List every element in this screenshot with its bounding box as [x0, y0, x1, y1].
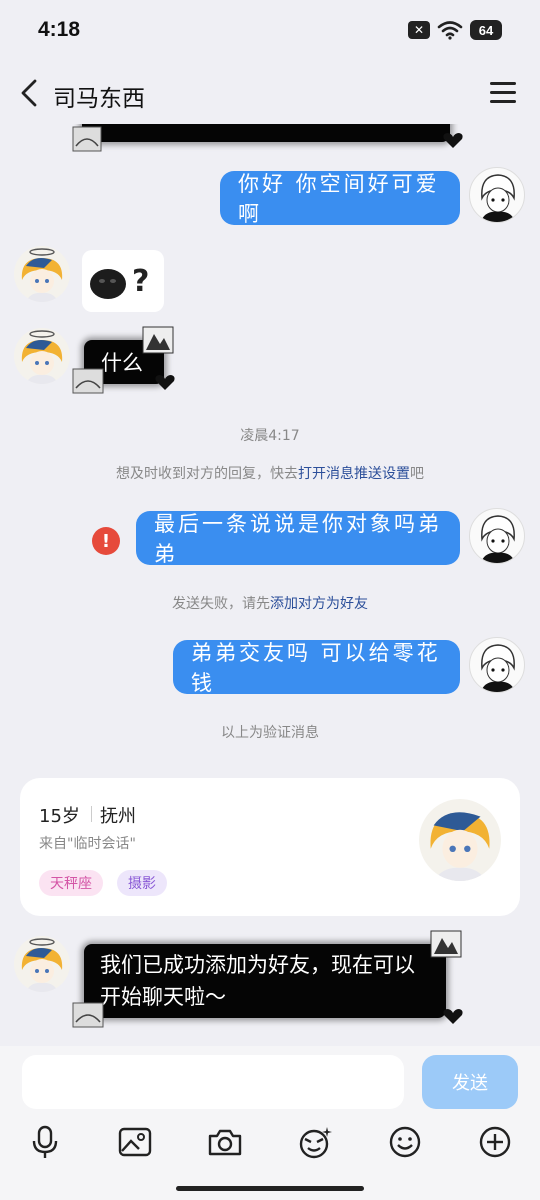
tag-zodiac: 天秤座: [39, 870, 103, 896]
sticker-decoration-icon: [72, 126, 102, 152]
home-indicator[interactable]: [176, 1186, 364, 1191]
photo-button[interactable]: [115, 1122, 155, 1162]
add-friend-link[interactable]: 添加对方为好友: [270, 596, 368, 612]
sticker-decoration-icon: [430, 930, 462, 958]
message-input[interactable]: [22, 1055, 404, 1109]
battery-level: 64: [470, 20, 502, 40]
anime-boy-avatar-icon: [480, 174, 516, 222]
sticker-decoration-icon: [142, 326, 174, 354]
message-bubble-sent[interactable]: 弟弟交友吗 可以给零花钱: [173, 640, 460, 695]
image-icon: [118, 1127, 152, 1157]
message-text: 我们已成功添加为好友，现在可以开始聊天啦～: [100, 953, 415, 1009]
heart-decoration-icon: [155, 375, 175, 390]
message-bubble-sent[interactable]: 最后一条说说是你对象吗弟弟: [136, 511, 460, 566]
divider: [91, 806, 92, 822]
anime-girl-avatar-icon: [21, 938, 63, 992]
camera-icon: [208, 1129, 242, 1156]
message-bubble-sent[interactable]: 你好 你空间好可爱啊: [220, 171, 460, 226]
microphone-icon: [32, 1125, 58, 1158]
send-failed-icon[interactable]: !: [92, 527, 120, 555]
sticker-icon: [299, 1127, 332, 1159]
status-icons: ✕ 64: [408, 20, 502, 40]
fail-prefix: 发送失败，请先: [172, 596, 270, 612]
menu-icon: [490, 82, 516, 85]
message-bubble-received[interactable]: 我们已成功添加为好友，现在可以开始聊天啦～: [84, 944, 446, 1018]
back-icon: [21, 79, 37, 107]
contact-avatar[interactable]: [14, 328, 70, 384]
send-button[interactable]: 发送: [422, 1055, 518, 1109]
send-failed-notice: 发送失败，请先添加对方为好友: [0, 593, 540, 613]
message-text: 弟弟交友吗 可以给零花钱: [191, 641, 441, 695]
open-push-settings-link[interactable]: 打开消息推送设置: [298, 466, 410, 482]
anime-girl-avatar-icon: [430, 812, 490, 881]
black-blob-sticker-icon: [90, 269, 126, 299]
heart-decoration-icon: [443, 1009, 463, 1024]
heart-decoration-icon: [443, 133, 463, 148]
message-text: 什么: [101, 351, 143, 375]
input-bar: 发送: [0, 1046, 540, 1200]
tag-hobby: 摄影: [117, 870, 167, 896]
wifi-icon: [437, 21, 463, 40]
profile-source: 来自"临时会话": [39, 836, 136, 852]
notice-suffix: 吧: [410, 466, 424, 482]
emoji-button[interactable]: [385, 1122, 425, 1162]
anime-boy-avatar-icon: [480, 644, 516, 692]
contact-avatar[interactable]: [14, 246, 70, 302]
profile-card[interactable]: 15岁 抚州 来自"临时会话" 天秤座 摄影: [20, 778, 520, 916]
chat-title: 司马东西: [53, 86, 145, 112]
sticker-decoration-icon: [72, 1002, 104, 1028]
menu-button[interactable]: [490, 82, 516, 104]
profile-age: 15岁: [39, 806, 80, 827]
push-notification-notice: 想及时收到对方的回复，快去打开消息推送设置吧: [0, 463, 540, 483]
status-bar: 4:18 ✕ 64: [0, 0, 540, 62]
notice-prefix: 想及时收到对方的回复，快去: [116, 466, 298, 482]
my-avatar[interactable]: [469, 508, 525, 564]
message-text: 最后一条说说是你对象吗弟弟: [154, 512, 442, 566]
camera-button[interactable]: [205, 1122, 245, 1162]
sticker-message[interactable]: ?: [82, 250, 164, 312]
status-time: 4:18: [38, 18, 81, 41]
chat-header: 司马东西: [0, 62, 540, 124]
message-text: 你好 你空间好可爱啊: [238, 172, 440, 226]
voice-button[interactable]: [25, 1122, 65, 1162]
notification-x-icon: ✕: [408, 21, 430, 39]
my-avatar[interactable]: [469, 637, 525, 693]
sticker-decoration-icon: [72, 368, 104, 394]
back-button[interactable]: [16, 78, 46, 108]
my-avatar[interactable]: [469, 167, 525, 223]
more-button[interactable]: [475, 1122, 515, 1162]
profile-avatar[interactable]: [419, 799, 501, 881]
sticker-button[interactable]: [295, 1122, 335, 1162]
message-timestamp: 凌晨4:17: [240, 428, 300, 444]
profile-city: 抚州: [100, 806, 136, 827]
emoji-icon: [389, 1126, 421, 1158]
contact-avatar[interactable]: [14, 936, 70, 992]
anime-boy-avatar-icon: [480, 515, 516, 563]
anime-girl-avatar-icon: [21, 248, 63, 302]
sticker-question-mark: ?: [132, 264, 150, 299]
verification-divider: 以上为验证消息: [221, 725, 319, 741]
anime-girl-avatar-icon: [21, 330, 63, 384]
plus-icon: [479, 1126, 511, 1158]
